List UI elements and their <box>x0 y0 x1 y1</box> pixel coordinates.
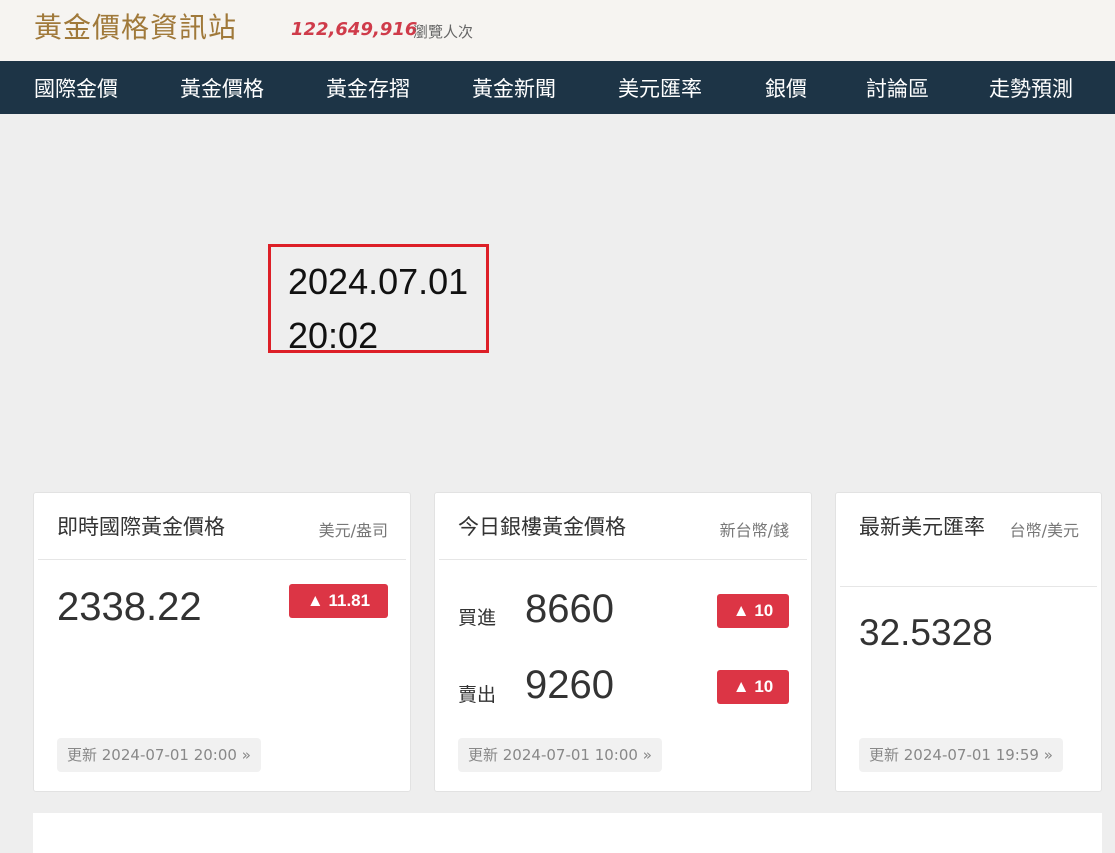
current-time: 20:02 <box>288 315 379 356</box>
price-change-badge: ▲ 11.81 <box>289 584 388 618</box>
card-title: 最新美元匯率 <box>859 515 985 539</box>
content-panel <box>33 813 1102 853</box>
card-title: 即時國際黃金價格 <box>57 515 225 539</box>
sell-change-badge: ▲ 10 <box>717 670 789 704</box>
usd-rate-card: 最新美元匯率 台幣/美元 32.5328 更新 2024-07-01 19:59… <box>835 492 1102 792</box>
intl-gold-card: 即時國際黃金價格 美元/盎司 2338.22 ▲ 11.81 更新 2024-0… <box>33 492 411 792</box>
nav-item-silver[interactable]: 銀價 <box>765 73 807 103</box>
update-link[interactable]: 更新 2024-07-01 19:59 » <box>859 738 1063 772</box>
update-link[interactable]: 更新 2024-07-01 10:00 » <box>458 738 662 772</box>
nav-item-usd-rate[interactable]: 美元匯率 <box>618 73 702 103</box>
current-date: 2024.07.01 <box>288 261 469 302</box>
card-title: 今日銀樓黃金價格 <box>458 515 626 539</box>
nav-item-forum[interactable]: 討論區 <box>866 73 929 103</box>
card-unit: 新台幣/錢 <box>719 521 789 540</box>
nav-item-gold-price[interactable]: 黃金價格 <box>180 73 264 103</box>
datetime-display: 2024.07.01 20:02 <box>268 244 489 356</box>
sell-label: 賣出 <box>458 684 497 706</box>
buy-label: 買進 <box>458 607 497 629</box>
site-title[interactable]: 黃金價格資訊站 <box>34 6 237 46</box>
buy-price: 8660 <box>525 587 614 631</box>
card-unit: 美元/盎司 <box>318 521 388 540</box>
nav-item-gold-passbook[interactable]: 黃金存摺 <box>326 73 410 103</box>
update-link[interactable]: 更新 2024-07-01 20:00 » <box>57 738 261 772</box>
main-nav: 國際金價 黃金價格 黃金存摺 黃金新聞 美元匯率 銀價 討論區 走勢預測 <box>0 61 1115 114</box>
site-header: 黃金價格資訊站 122,649,916 瀏覽人次 <box>0 0 1115 61</box>
card-divider <box>439 559 807 560</box>
bank-gold-card: 今日銀樓黃金價格 新台幣/錢 買進 8660 ▲ 10 賣出 9260 ▲ 10… <box>434 492 812 792</box>
visit-count-label: 瀏覽人次 <box>413 23 474 41</box>
card-divider <box>840 586 1097 587</box>
card-divider <box>38 559 406 560</box>
intl-gold-price: 2338.22 <box>57 585 202 629</box>
nav-item-gold-news[interactable]: 黃金新聞 <box>472 73 556 103</box>
card-unit: 台幣/美元 <box>1009 521 1079 540</box>
buy-change-badge: ▲ 10 <box>717 594 789 628</box>
nav-item-forecast[interactable]: 走勢預測 <box>989 73 1073 103</box>
visit-count: 122,649,916 <box>291 19 418 40</box>
sell-price: 9260 <box>525 663 614 707</box>
nav-item-intl-gold[interactable]: 國際金價 <box>34 73 118 103</box>
usd-rate-value: 32.5328 <box>859 612 993 653</box>
